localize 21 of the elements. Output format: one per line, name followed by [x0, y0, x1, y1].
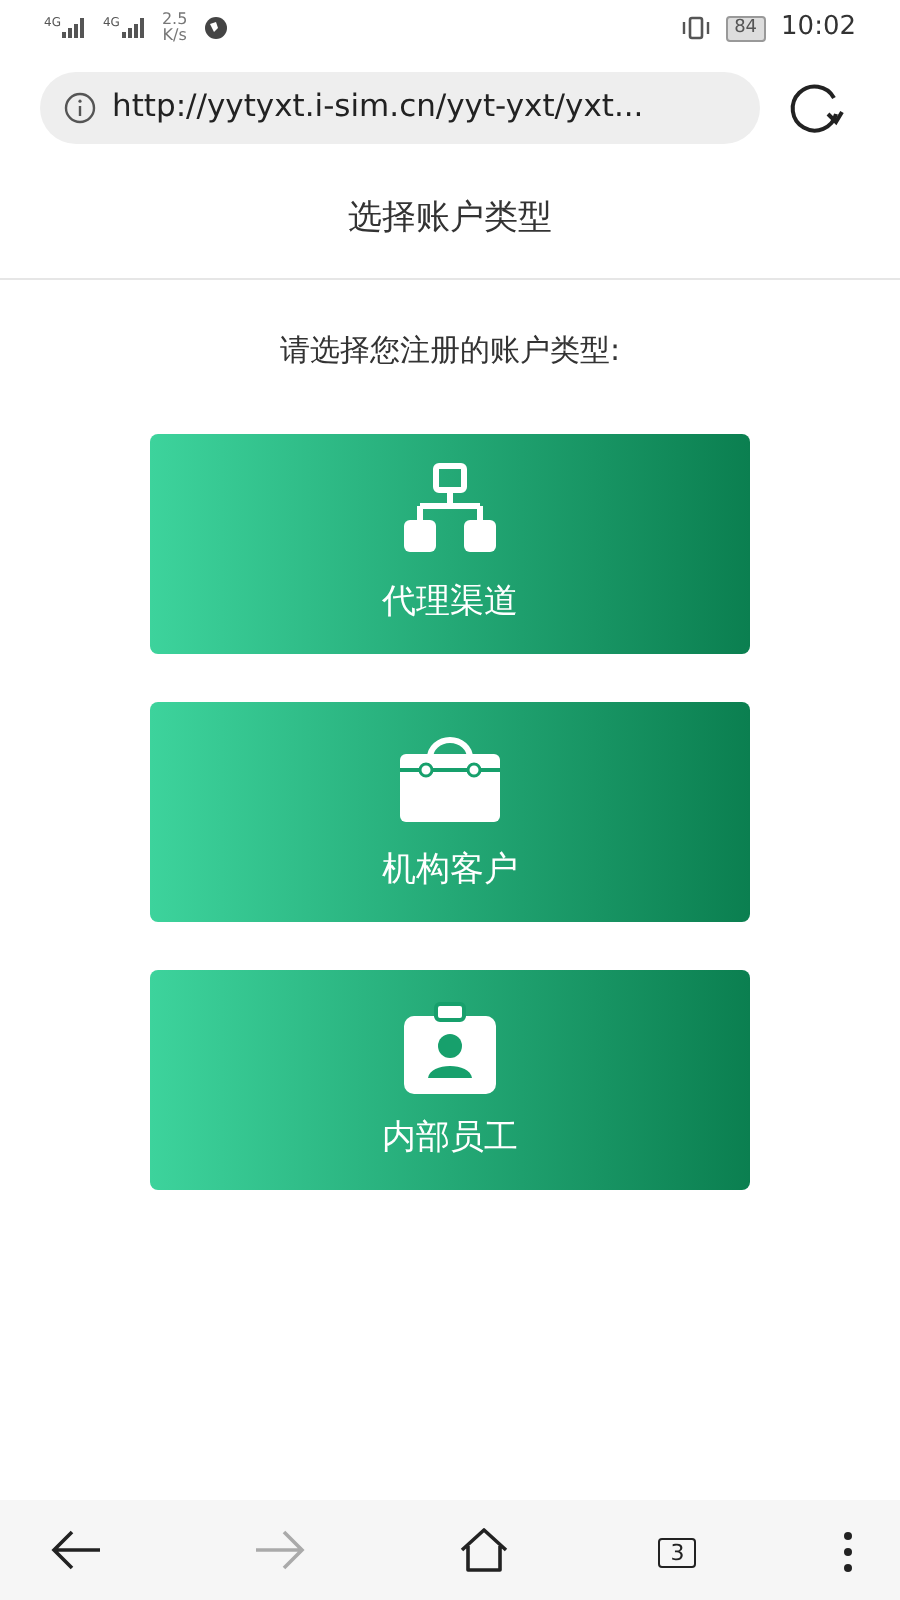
prompt-text: 请选择您注册的账户类型: — [279, 330, 621, 372]
account-type-button[interactable]: 内部员工 — [150, 969, 750, 1189]
tabs-button[interactable]: 3 — [630, 1518, 725, 1582]
battery-level: 84 — [726, 15, 766, 41]
signal-icon — [121, 18, 146, 38]
speed-value: 2.5 — [161, 12, 188, 28]
clock-time: 10:02 — [781, 10, 856, 47]
back-arrow-icon — [48, 1526, 104, 1575]
speed-unit: K/s — [162, 28, 187, 44]
address-bar[interactable]: http://yytyxt.i-sim.cn/yyt-yxt/yxt... — [40, 72, 760, 144]
signal-icon — [62, 18, 87, 38]
page-title: 选择账户类型 — [348, 195, 552, 242]
account-type-button[interactable]: 机构客户 — [150, 701, 750, 921]
forward-arrow-icon — [251, 1526, 308, 1575]
reload-icon — [788, 80, 844, 136]
info-icon — [64, 92, 96, 124]
vibrate-icon — [682, 16, 711, 40]
home-icon — [455, 1526, 511, 1575]
url-text: http://yytyxt.i-sim.cn/yyt-yxt/yxt... — [112, 86, 644, 129]
more-icon — [844, 1531, 852, 1572]
account-type-button[interactable]: 代理渠道 — [150, 433, 750, 653]
